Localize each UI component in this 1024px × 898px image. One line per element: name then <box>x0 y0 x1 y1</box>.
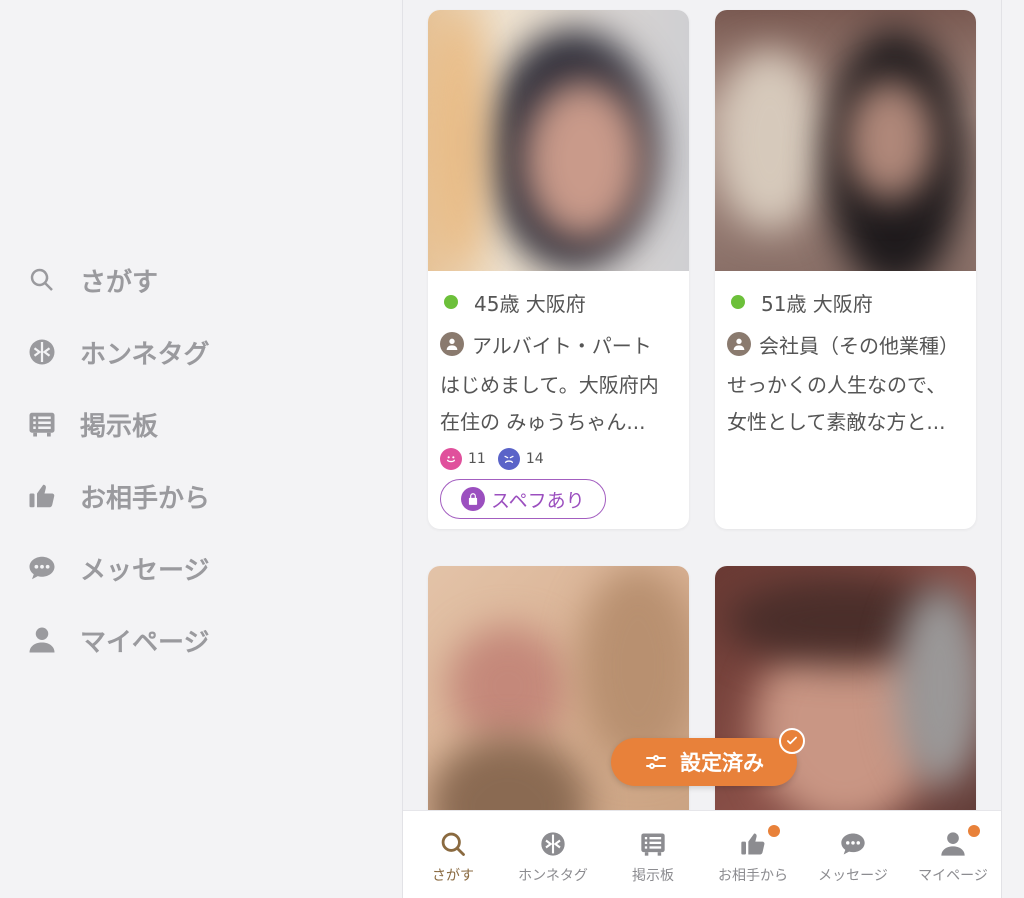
search-icon <box>26 264 58 296</box>
tag-icon <box>26 336 58 368</box>
sliders-icon <box>646 755 666 769</box>
occupation: アルバイト・パート <box>440 329 677 359</box>
reactions: 11 14 <box>440 447 677 471</box>
side-nav-label: ホンネタグ <box>80 339 210 370</box>
side-nav: さがす ホンネタグ 掲示板 お相手から メッセージ マイページ <box>26 244 356 676</box>
filter-settings-button[interactable]: 設定済み <box>611 728 805 786</box>
occupation: 会社員（その他業種） <box>727 329 964 359</box>
dislike-count: 14 <box>525 451 544 467</box>
spef-badge-label: スペフあり <box>491 489 585 512</box>
message-icon <box>838 829 868 859</box>
tab-mypage[interactable]: マイページ <box>903 811 1001 898</box>
side-nav-item-search[interactable]: さがす <box>26 244 356 316</box>
occupation-icon <box>727 332 751 356</box>
sad-face-icon <box>497 448 520 470</box>
side-nav-item-from-partner[interactable]: お相手から <box>26 460 356 532</box>
check-icon <box>779 728 805 754</box>
spef-badge[interactable]: スペフあり <box>440 479 606 519</box>
age-location: 51歳 大阪府 <box>727 287 964 317</box>
side-nav-label: メッセージ <box>80 555 210 586</box>
side-nav-label: マイページ <box>80 627 210 658</box>
board-icon <box>26 408 58 440</box>
person-icon <box>938 825 980 859</box>
side-nav-label: 掲示板 <box>80 411 159 442</box>
tab-label: マイページ <box>918 868 988 884</box>
thumbs-up-icon <box>26 480 58 512</box>
age-location: 45歳 大阪府 <box>440 287 677 317</box>
age-location-text: 45歳 大阪府 <box>474 291 586 316</box>
age-location-text: 51歳 大阪府 <box>761 291 873 316</box>
side-nav-item-board[interactable]: 掲示板 <box>26 388 356 460</box>
tab-search[interactable]: さがす <box>403 811 503 898</box>
side-nav-item-message[interactable]: メッセージ <box>26 532 356 604</box>
profile-photo[interactable] <box>715 10 976 271</box>
notification-dot <box>768 825 780 837</box>
happy-face-icon <box>440 448 462 470</box>
occupation-text: アルバイト・パート <box>472 333 652 358</box>
person-icon <box>26 624 58 656</box>
side-nav-item-mypage[interactable]: マイページ <box>26 604 356 676</box>
profile-card[interactable]: 51歳 大阪府 会社員（その他業種） せっかくの人生なので、女性として素敵な方と… <box>715 10 976 529</box>
tab-label: メッセージ <box>818 868 888 884</box>
lock-icon <box>461 487 485 511</box>
tab-label: 掲示板 <box>632 868 674 884</box>
tag-icon <box>538 829 568 859</box>
tab-from-partner[interactable]: お相手から <box>703 811 803 898</box>
occupation-icon <box>440 332 464 356</box>
tab-label: さがす <box>432 868 474 884</box>
tab-board[interactable]: 掲示板 <box>603 811 703 898</box>
thumbs-up-icon <box>738 825 780 859</box>
tab-honne-tag[interactable]: ホンネタグ <box>503 811 603 898</box>
tab-label: お相手から <box>718 868 788 884</box>
tab-label: ホンネタグ <box>518 868 588 884</box>
notification-dot <box>968 825 980 837</box>
side-nav-item-honne-tag[interactable]: ホンネタグ <box>26 316 356 388</box>
main-feed: 45歳 大阪府 アルバイト・パート はじめまして。大阪府内在住の みゅうちゃん.… <box>402 0 1002 898</box>
tab-message[interactable]: メッセージ <box>803 811 903 898</box>
like-count: 11 <box>468 451 486 467</box>
profile-card[interactable]: 45歳 大阪府 アルバイト・パート はじめまして。大阪府内在住の みゅうちゃん.… <box>428 10 689 529</box>
message-icon <box>26 552 58 584</box>
side-nav-label: さがす <box>80 267 159 298</box>
intro-text: はじめまして。大阪府内在住の みゅうちゃん... <box>440 373 659 434</box>
search-icon <box>438 829 468 859</box>
board-icon <box>638 829 668 859</box>
profile-photo[interactable] <box>428 10 689 271</box>
intro-text: せっかくの人生なので、女性として素敵な方と... <box>727 373 947 434</box>
occupation-text: 会社員（その他業種） <box>759 333 959 358</box>
side-nav-label: お相手から <box>80 483 211 514</box>
online-status-dot <box>731 295 745 309</box>
filter-settings-label: 設定済み <box>680 751 764 775</box>
online-status-dot <box>444 295 458 309</box>
bottom-tab-bar: さがす ホンネタグ 掲示板 お相手から メッセージ マイページ <box>403 810 1001 898</box>
